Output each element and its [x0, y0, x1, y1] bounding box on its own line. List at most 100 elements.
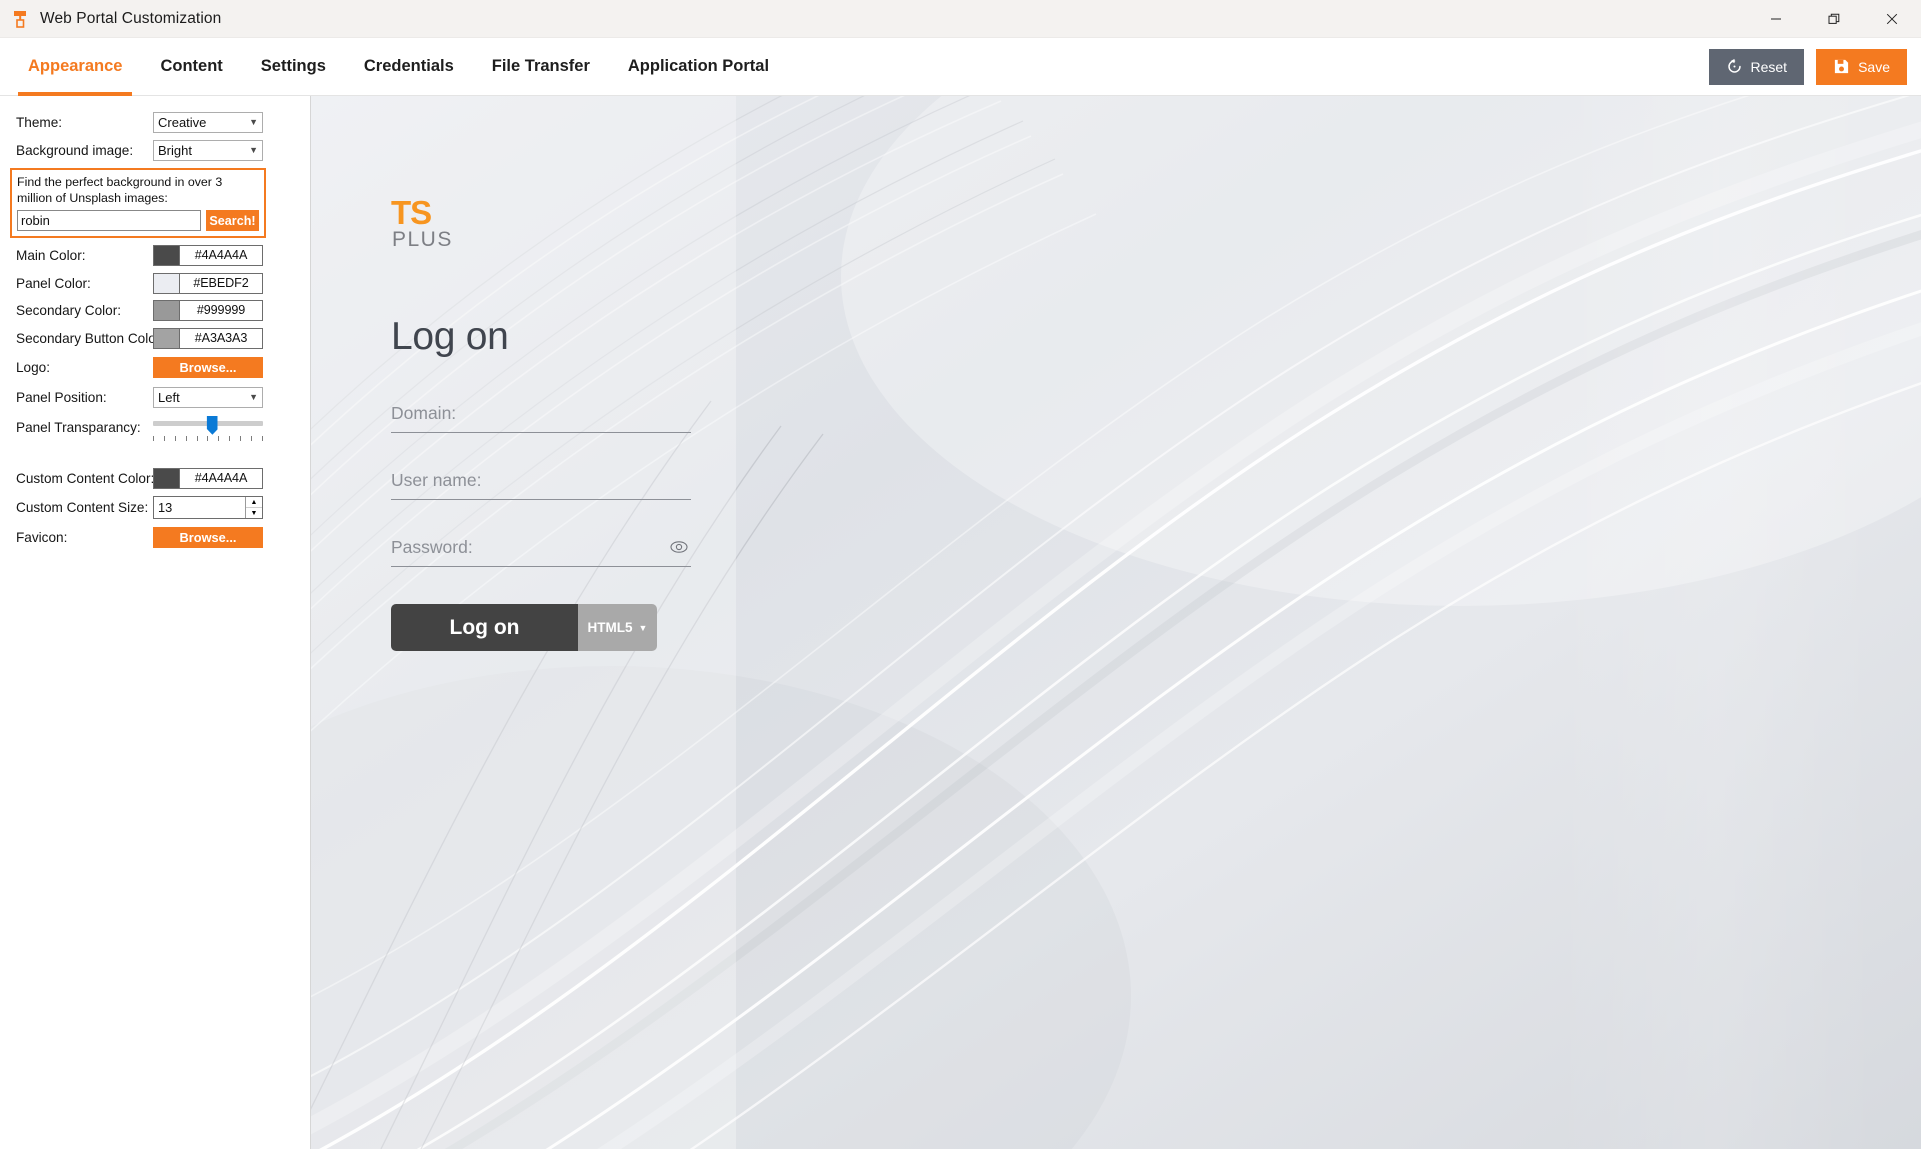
theme-select[interactable]: Creative ▼ — [153, 112, 263, 133]
panel-color-swatch[interactable] — [154, 273, 180, 293]
stepper-arrows: ▲ ▼ — [245, 497, 262, 519]
logo-browse-button[interactable]: Browse... — [153, 356, 263, 378]
logon-button[interactable]: Log on — [391, 604, 578, 651]
unsplash-hint: Find the perfect background in over 3 mi… — [17, 174, 223, 205]
chevron-down-icon: ▼ — [249, 391, 258, 402]
client-mode-dropdown[interactable]: HTML5 ▼ — [578, 604, 657, 651]
row-panel-transparency: Panel Transparancy: — [0, 412, 310, 442]
row-panel-color: Panel Color: #EBEDF2 — [0, 270, 310, 297]
floppy-disk-icon — [1833, 58, 1850, 75]
window-title: Web Portal Customization — [40, 9, 222, 27]
secondary-color-field[interactable]: #999999 — [153, 300, 263, 322]
unsplash-search-input[interactable] — [17, 210, 201, 232]
title-bar: Web Portal Customization — [0, 0, 1921, 38]
tab-appearance-label: Appearance — [28, 57, 123, 75]
show-password-eye-icon[interactable] — [669, 537, 689, 562]
panel-position-select[interactable]: Left ▼ — [153, 386, 263, 408]
secondary-button-color-swatch[interactable] — [154, 328, 180, 348]
favicon-browse-button[interactable]: Browse... — [153, 526, 263, 548]
username-field[interactable]: User name: — [391, 470, 691, 500]
row-favicon: Favicon: Browse... — [0, 523, 310, 552]
slider-ticks — [153, 435, 263, 441]
tab-settings-label: Settings — [260, 57, 326, 75]
tab-content[interactable]: Content — [141, 38, 241, 96]
close-button[interactable] — [1863, 0, 1921, 38]
chevron-down-icon: ▼ — [638, 622, 648, 633]
secondary-color-label: Secondary Color: — [16, 303, 122, 319]
slider-thumb[interactable] — [206, 415, 218, 435]
custom-content-size-stepper[interactable]: 13 ▲ ▼ — [153, 496, 263, 520]
settings-spacer — [0, 443, 310, 465]
username-placeholder: User name: — [391, 470, 482, 490]
panel-transparency-slider[interactable] — [153, 415, 263, 441]
row-theme: Theme: Creative ▼ — [0, 109, 310, 136]
row-secondary-button-color: Secondary Button Color: #A3A3A3 — [0, 325, 310, 352]
unsplash-search-button[interactable]: Search! — [206, 210, 259, 232]
domain-field[interactable]: Domain: — [391, 403, 691, 433]
custom-content-color-label: Custom Content Color: — [16, 471, 155, 487]
domain-placeholder: Domain: — [391, 403, 457, 423]
panel-position-value: Left — [158, 389, 180, 405]
tab-appearance[interactable]: Appearance — [9, 38, 141, 96]
unsplash-search-row: Search! — [17, 210, 259, 232]
logon-title: Log on — [391, 315, 509, 358]
minimize-button[interactable] — [1747, 0, 1805, 38]
chevron-down-icon: ▼ — [249, 117, 258, 127]
window-controls — [1747, 0, 1921, 38]
svg-text:TS: TS — [391, 196, 431, 231]
main-color-value: #4A4A4A — [194, 248, 248, 263]
undo-arrow-icon — [1726, 58, 1743, 75]
tab-credentials-label: Credentials — [363, 57, 454, 75]
tab-application-portal-label: Application Portal — [627, 57, 770, 75]
custom-content-size-value[interactable]: 13 — [154, 497, 245, 518]
tab-file-transfer-label: File Transfer — [491, 57, 590, 75]
custom-content-color-value: #4A4A4A — [194, 471, 248, 486]
paint-roller-icon — [12, 9, 30, 29]
unsplash-search-box: Find the perfect background in over 3 mi… — [10, 167, 266, 239]
row-main-color: Main Color: #4A4A4A — [0, 242, 310, 269]
restore-button[interactable] — [1805, 0, 1863, 38]
main-color-swatch[interactable] — [154, 246, 180, 266]
main-color-field[interactable]: #4A4A4A — [153, 245, 263, 267]
tab-file-transfer[interactable]: File Transfer — [473, 38, 609, 96]
panel-color-value: #EBEDF2 — [193, 275, 249, 290]
secondary-color-swatch[interactable] — [154, 301, 180, 321]
password-placeholder: Password: — [391, 537, 473, 557]
appearance-settings-panel: Theme: Creative ▼ Background image: Brig… — [0, 96, 310, 1149]
tab-settings[interactable]: Settings — [242, 38, 345, 96]
custom-content-color-swatch[interactable] — [154, 469, 180, 489]
panel-color-field[interactable]: #EBEDF2 — [153, 272, 263, 294]
favicon-label: Favicon: — [16, 529, 68, 545]
tab-credentials[interactable]: Credentials — [345, 38, 473, 96]
stepper-down-icon[interactable]: ▼ — [246, 508, 262, 519]
ribbon-actions: Reset Save — [1708, 48, 1907, 85]
reset-button[interactable]: Reset — [1708, 48, 1805, 85]
tab-application-portal[interactable]: Application Portal — [609, 38, 788, 96]
tab-bar: Appearance Content Settings Credentials … — [0, 38, 1921, 96]
logon-button-group: Log on HTML5 ▼ — [391, 604, 657, 651]
custom-content-size-label: Custom Content Size: — [16, 500, 149, 516]
panel-color-label: Panel Color: — [16, 275, 91, 291]
custom-content-color-field[interactable]: #4A4A4A — [153, 468, 263, 490]
background-image-value: Bright — [158, 142, 192, 158]
chevron-down-icon: ▼ — [249, 144, 258, 155]
background-image-select[interactable]: Bright ▼ — [153, 139, 263, 161]
secondary-button-color-value: #A3A3A3 — [194, 330, 248, 345]
logo-label: Logo: — [16, 359, 51, 375]
web-portal-preview: TS PLUS Log on Domain: User name: Passwo… — [310, 96, 1921, 1149]
logon-card: TS PLUS Log on Domain: User name: Passwo… — [391, 194, 691, 651]
secondary-button-color-field[interactable]: #A3A3A3 — [153, 327, 263, 349]
tsplus-logo: TS PLUS — [391, 194, 691, 257]
stepper-up-icon[interactable]: ▲ — [246, 497, 262, 509]
client-mode-value: HTML5 — [587, 620, 633, 635]
row-secondary-color: Secondary Color: #999999 — [0, 297, 310, 324]
row-logo: Logo: Browse... — [0, 352, 310, 382]
main-color-label: Main Color: — [16, 248, 86, 264]
row-custom-content-size: Custom Content Size: 13 ▲ ▼ — [0, 493, 310, 522]
password-field[interactable]: Password: — [391, 537, 691, 567]
background-image-label: Background image: — [16, 142, 134, 158]
tab-list: Appearance Content Settings Credentials … — [0, 38, 788, 96]
save-label: Save — [1858, 58, 1890, 75]
save-button[interactable]: Save — [1816, 48, 1907, 85]
panel-transparency-label: Panel Transparancy: — [16, 419, 141, 435]
